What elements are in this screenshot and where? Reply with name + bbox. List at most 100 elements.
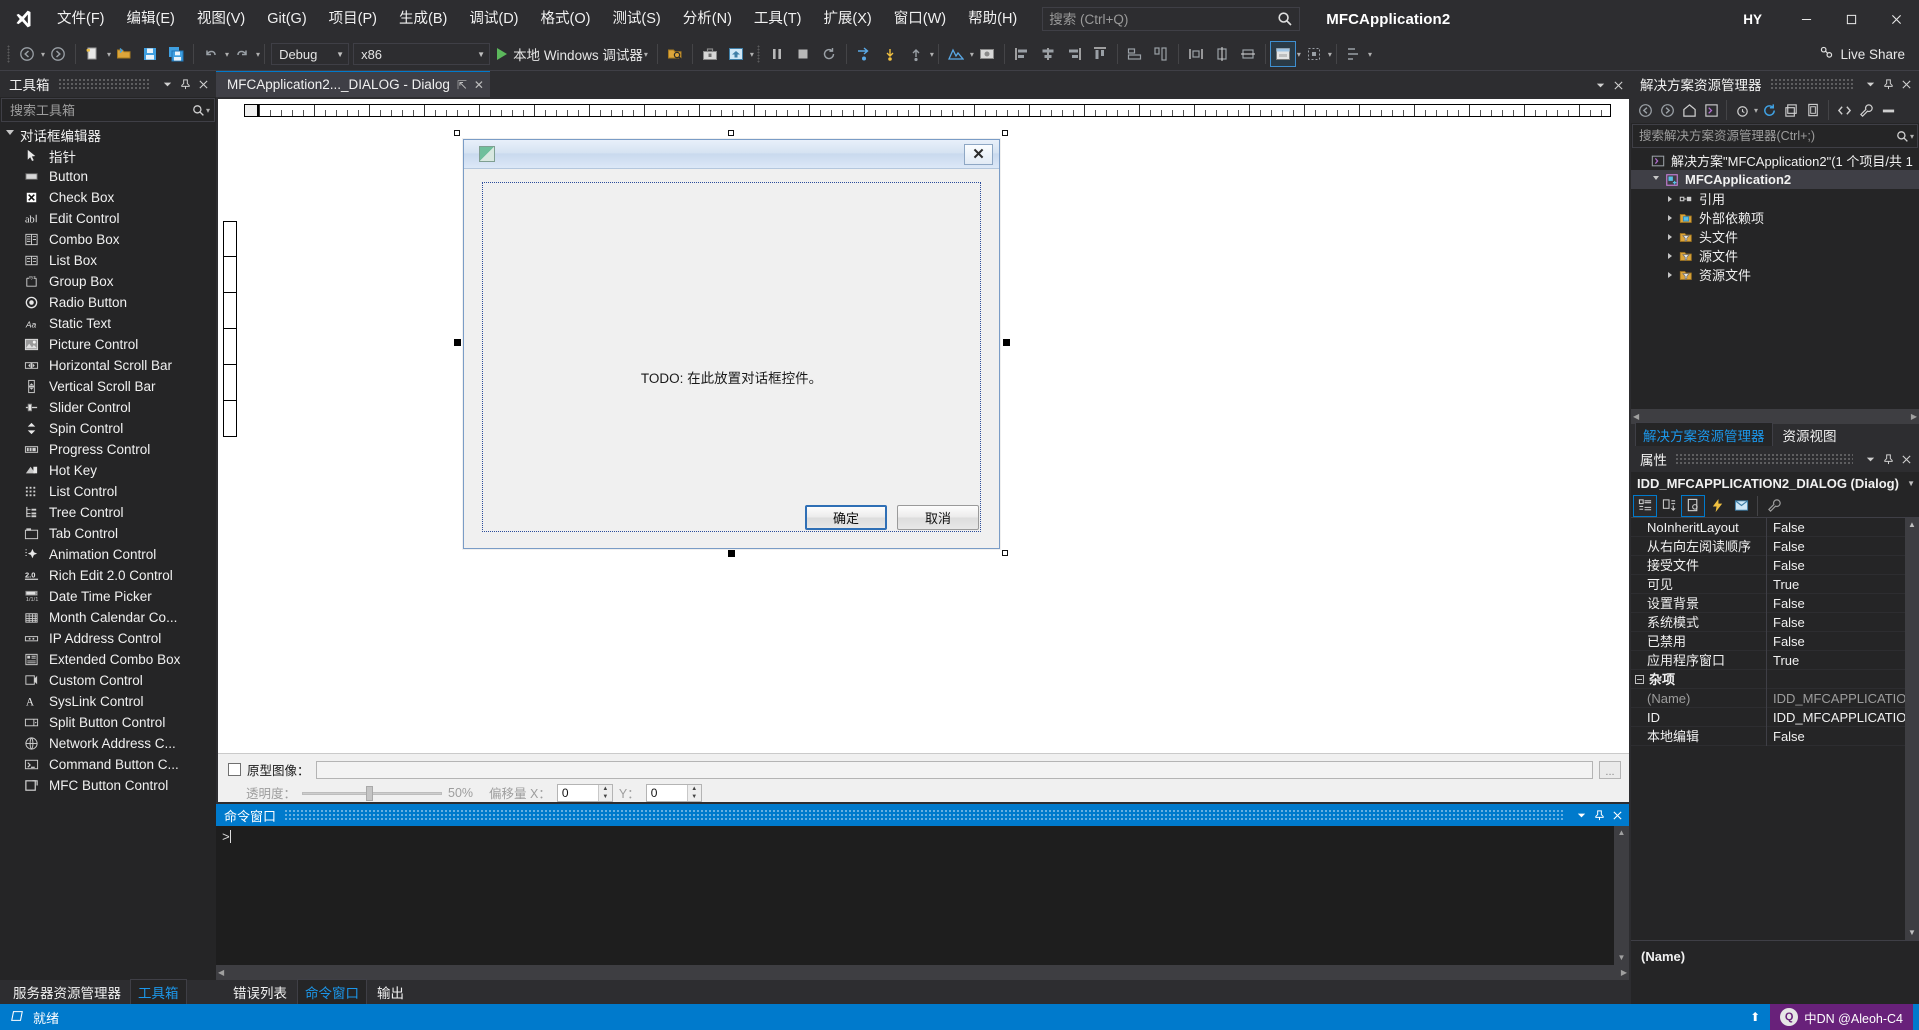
dialog-preview[interactable]: ✕ TODO: 在此放置对话框控件。 确定 取消 bbox=[463, 139, 1000, 549]
toolbox-item[interactable]: Animation Control bbox=[0, 544, 216, 565]
properties-alphabetical-button[interactable] bbox=[1657, 495, 1681, 517]
resize-handle-n[interactable] bbox=[728, 130, 734, 136]
resize-handle-w[interactable] bbox=[454, 339, 461, 346]
size-to-content-button[interactable] bbox=[1183, 41, 1209, 67]
toolbox-item[interactable]: Horizontal Scroll Bar bbox=[0, 355, 216, 376]
menu-window[interactable]: 窗口(W) bbox=[883, 0, 957, 38]
toolbox-close-button[interactable] bbox=[194, 74, 212, 94]
property-row[interactable]: NoInheritLayout False bbox=[1631, 518, 1919, 537]
offset-x-spin-buttons[interactable]: ▲ ▼ bbox=[597, 784, 612, 801]
property-row[interactable]: 设置背景 False bbox=[1631, 593, 1919, 613]
properties-messages-button[interactable] bbox=[1729, 495, 1753, 517]
navigate-backward-button[interactable] bbox=[14, 41, 40, 67]
prototype-browse-button[interactable]: ... bbox=[1599, 760, 1621, 779]
notifications-arrow-icon[interactable]: ⬆ bbox=[1750, 1010, 1760, 1024]
start-debugging-button[interactable]: 本地 Windows 调试器 ▾ bbox=[492, 41, 653, 67]
toolbox-item[interactable]: 指针 bbox=[0, 145, 216, 166]
document-tab-dialog[interactable]: MFCApplication2..._DIALOG - Dialog ⇱ ✕ bbox=[216, 71, 490, 97]
stop-button[interactable] bbox=[790, 41, 816, 67]
property-value[interactable]: False bbox=[1767, 539, 1919, 554]
step-out-button[interactable] bbox=[903, 41, 929, 67]
command-window-close-button[interactable] bbox=[1608, 805, 1626, 825]
menu-help[interactable]: 帮助(H) bbox=[957, 0, 1028, 38]
dialog-cancel-button[interactable]: 取消 bbox=[897, 505, 979, 530]
toolbox-item[interactable]: Picture Control bbox=[0, 334, 216, 355]
se-properties-button[interactable] bbox=[1855, 99, 1877, 121]
chevron-down-icon[interactable] bbox=[1649, 176, 1663, 183]
align-tops-button[interactable] bbox=[1087, 41, 1113, 67]
toolbox-item[interactable]: 1/1/1 Date Time Picker bbox=[0, 586, 216, 607]
command-window-vscrollbar[interactable]: ▲ ▼ bbox=[1614, 826, 1629, 965]
tab-server-explorer[interactable]: 服务器资源管理器 bbox=[6, 980, 128, 1004]
se-show-all-files-button[interactable] bbox=[1802, 99, 1824, 121]
chevron-right-icon[interactable] bbox=[1663, 214, 1677, 221]
scroll-left-icon[interactable]: ◀ bbox=[218, 968, 224, 977]
toolbox-item[interactable]: Radio Button bbox=[0, 292, 216, 313]
toolbox-item[interactable]: Extended Combo Box bbox=[0, 649, 216, 670]
menu-build[interactable]: 生成(B) bbox=[388, 0, 458, 38]
scroll-right-icon[interactable]: ▶ bbox=[1911, 412, 1917, 421]
property-row[interactable]: (Name) IDD_MFCAPPLICATIO bbox=[1631, 688, 1919, 708]
toolbox-item[interactable]: Custom Control bbox=[0, 670, 216, 691]
se-switch-views-button[interactable] bbox=[1700, 99, 1722, 121]
resize-handle-se[interactable] bbox=[1002, 550, 1008, 556]
property-row[interactable]: 可见 True bbox=[1631, 574, 1919, 594]
property-row[interactable]: ID IDD_MFCAPPLICATIO bbox=[1631, 707, 1919, 727]
property-row[interactable]: 应用程序窗口 True bbox=[1631, 650, 1919, 670]
dialog-ok-button[interactable]: 确定 bbox=[805, 505, 887, 530]
toolbox-group-dialog-editor[interactable]: 对话框编辑器 bbox=[0, 124, 216, 145]
solution-tree-node[interactable]: 资源文件 bbox=[1631, 265, 1919, 284]
scroll-left-icon[interactable]: ◀ bbox=[1633, 412, 1639, 421]
navigate-forward-button[interactable] bbox=[45, 41, 71, 67]
solution-tree-node[interactable]: 源文件 bbox=[1631, 246, 1919, 265]
property-row[interactable]: 系统模式 False bbox=[1631, 612, 1919, 632]
dialog-client-area[interactable]: TODO: 在此放置对话框控件。 bbox=[482, 182, 981, 532]
toolbox-item[interactable]: MFC Button Control bbox=[0, 775, 216, 796]
property-value[interactable]: True bbox=[1767, 653, 1919, 668]
scroll-up-icon[interactable]: ▲ bbox=[1618, 826, 1626, 840]
offset-x-stepper[interactable]: 0 ▲ ▼ bbox=[556, 783, 613, 802]
solution-configuration-combo[interactable]: Debug ▼ bbox=[271, 43, 350, 65]
toolbox-item[interactable]: Vertical Scroll Bar bbox=[0, 376, 216, 397]
property-value[interactable]: IDD_MFCAPPLICATIO bbox=[1767, 710, 1919, 725]
solution-tree-node[interactable]: 头文件 bbox=[1631, 227, 1919, 246]
command-window-hscrollbar[interactable]: ◀ ▶ bbox=[216, 965, 1629, 980]
property-value[interactable]: True bbox=[1767, 577, 1919, 592]
toolbox-search-dropdown-icon[interactable]: ▾ bbox=[206, 106, 210, 115]
menu-view[interactable]: 视图(V) bbox=[186, 0, 256, 38]
solution-tree-node[interactable]: 外部依赖项 bbox=[1631, 208, 1919, 227]
screenshot-button[interactable] bbox=[974, 41, 1000, 67]
chevron-right-icon[interactable] bbox=[1663, 271, 1677, 278]
toolbox-item[interactable]: Split Button Control bbox=[0, 712, 216, 733]
prototype-path-input[interactable] bbox=[315, 760, 1593, 779]
align-centers-button[interactable] bbox=[1035, 41, 1061, 67]
menu-project[interactable]: 项目(P) bbox=[318, 0, 388, 38]
toolbox-item[interactable]: IP Address Control bbox=[0, 628, 216, 649]
dialog-todo-static-text[interactable]: TODO: 在此放置对话框控件。 bbox=[483, 367, 980, 387]
se-refresh-button[interactable] bbox=[1758, 99, 1780, 121]
toolbox-item[interactable]: 2.0 Rich Edit 2.0 Control bbox=[0, 565, 216, 586]
tab-error-list[interactable]: 错误列表 bbox=[226, 980, 294, 1004]
toolbox-item[interactable]: ab Edit Control bbox=[0, 208, 216, 229]
solution-explorer-pin-button[interactable] bbox=[1879, 74, 1897, 94]
new-project-button[interactable] bbox=[80, 41, 106, 67]
toolbox-drag-handle[interactable] bbox=[57, 79, 150, 89]
toolbar-grip-2[interactable] bbox=[754, 44, 764, 64]
se-home-button[interactable] bbox=[1678, 99, 1700, 121]
command-window-body[interactable]: > ▲ ▼ bbox=[216, 826, 1629, 965]
properties-property-pages-button[interactable] bbox=[1681, 494, 1705, 517]
property-row[interactable]: 接受文件 False bbox=[1631, 555, 1919, 575]
menu-git[interactable]: Git(G) bbox=[256, 0, 317, 38]
command-window-pin-button[interactable] bbox=[1590, 805, 1608, 825]
toolbox-item[interactable]: Combo Box bbox=[0, 229, 216, 250]
se-view-code-button[interactable] bbox=[1833, 99, 1855, 121]
close-icon[interactable]: ✕ bbox=[474, 78, 484, 92]
undo-button[interactable] bbox=[198, 41, 224, 67]
tab-toolbox[interactable]: 工具箱 bbox=[130, 979, 187, 1005]
properties-overrides-button[interactable] bbox=[1762, 495, 1786, 517]
redo-button[interactable] bbox=[229, 41, 255, 67]
property-value[interactable]: False bbox=[1767, 729, 1919, 744]
toolbox-search-input[interactable] bbox=[10, 102, 192, 118]
command-window-drag-handle[interactable] bbox=[284, 810, 1564, 820]
properties-object-selector[interactable]: IDD_MFCAPPLICATION2_DIALOG (Dialog) ▼ bbox=[1631, 472, 1919, 494]
